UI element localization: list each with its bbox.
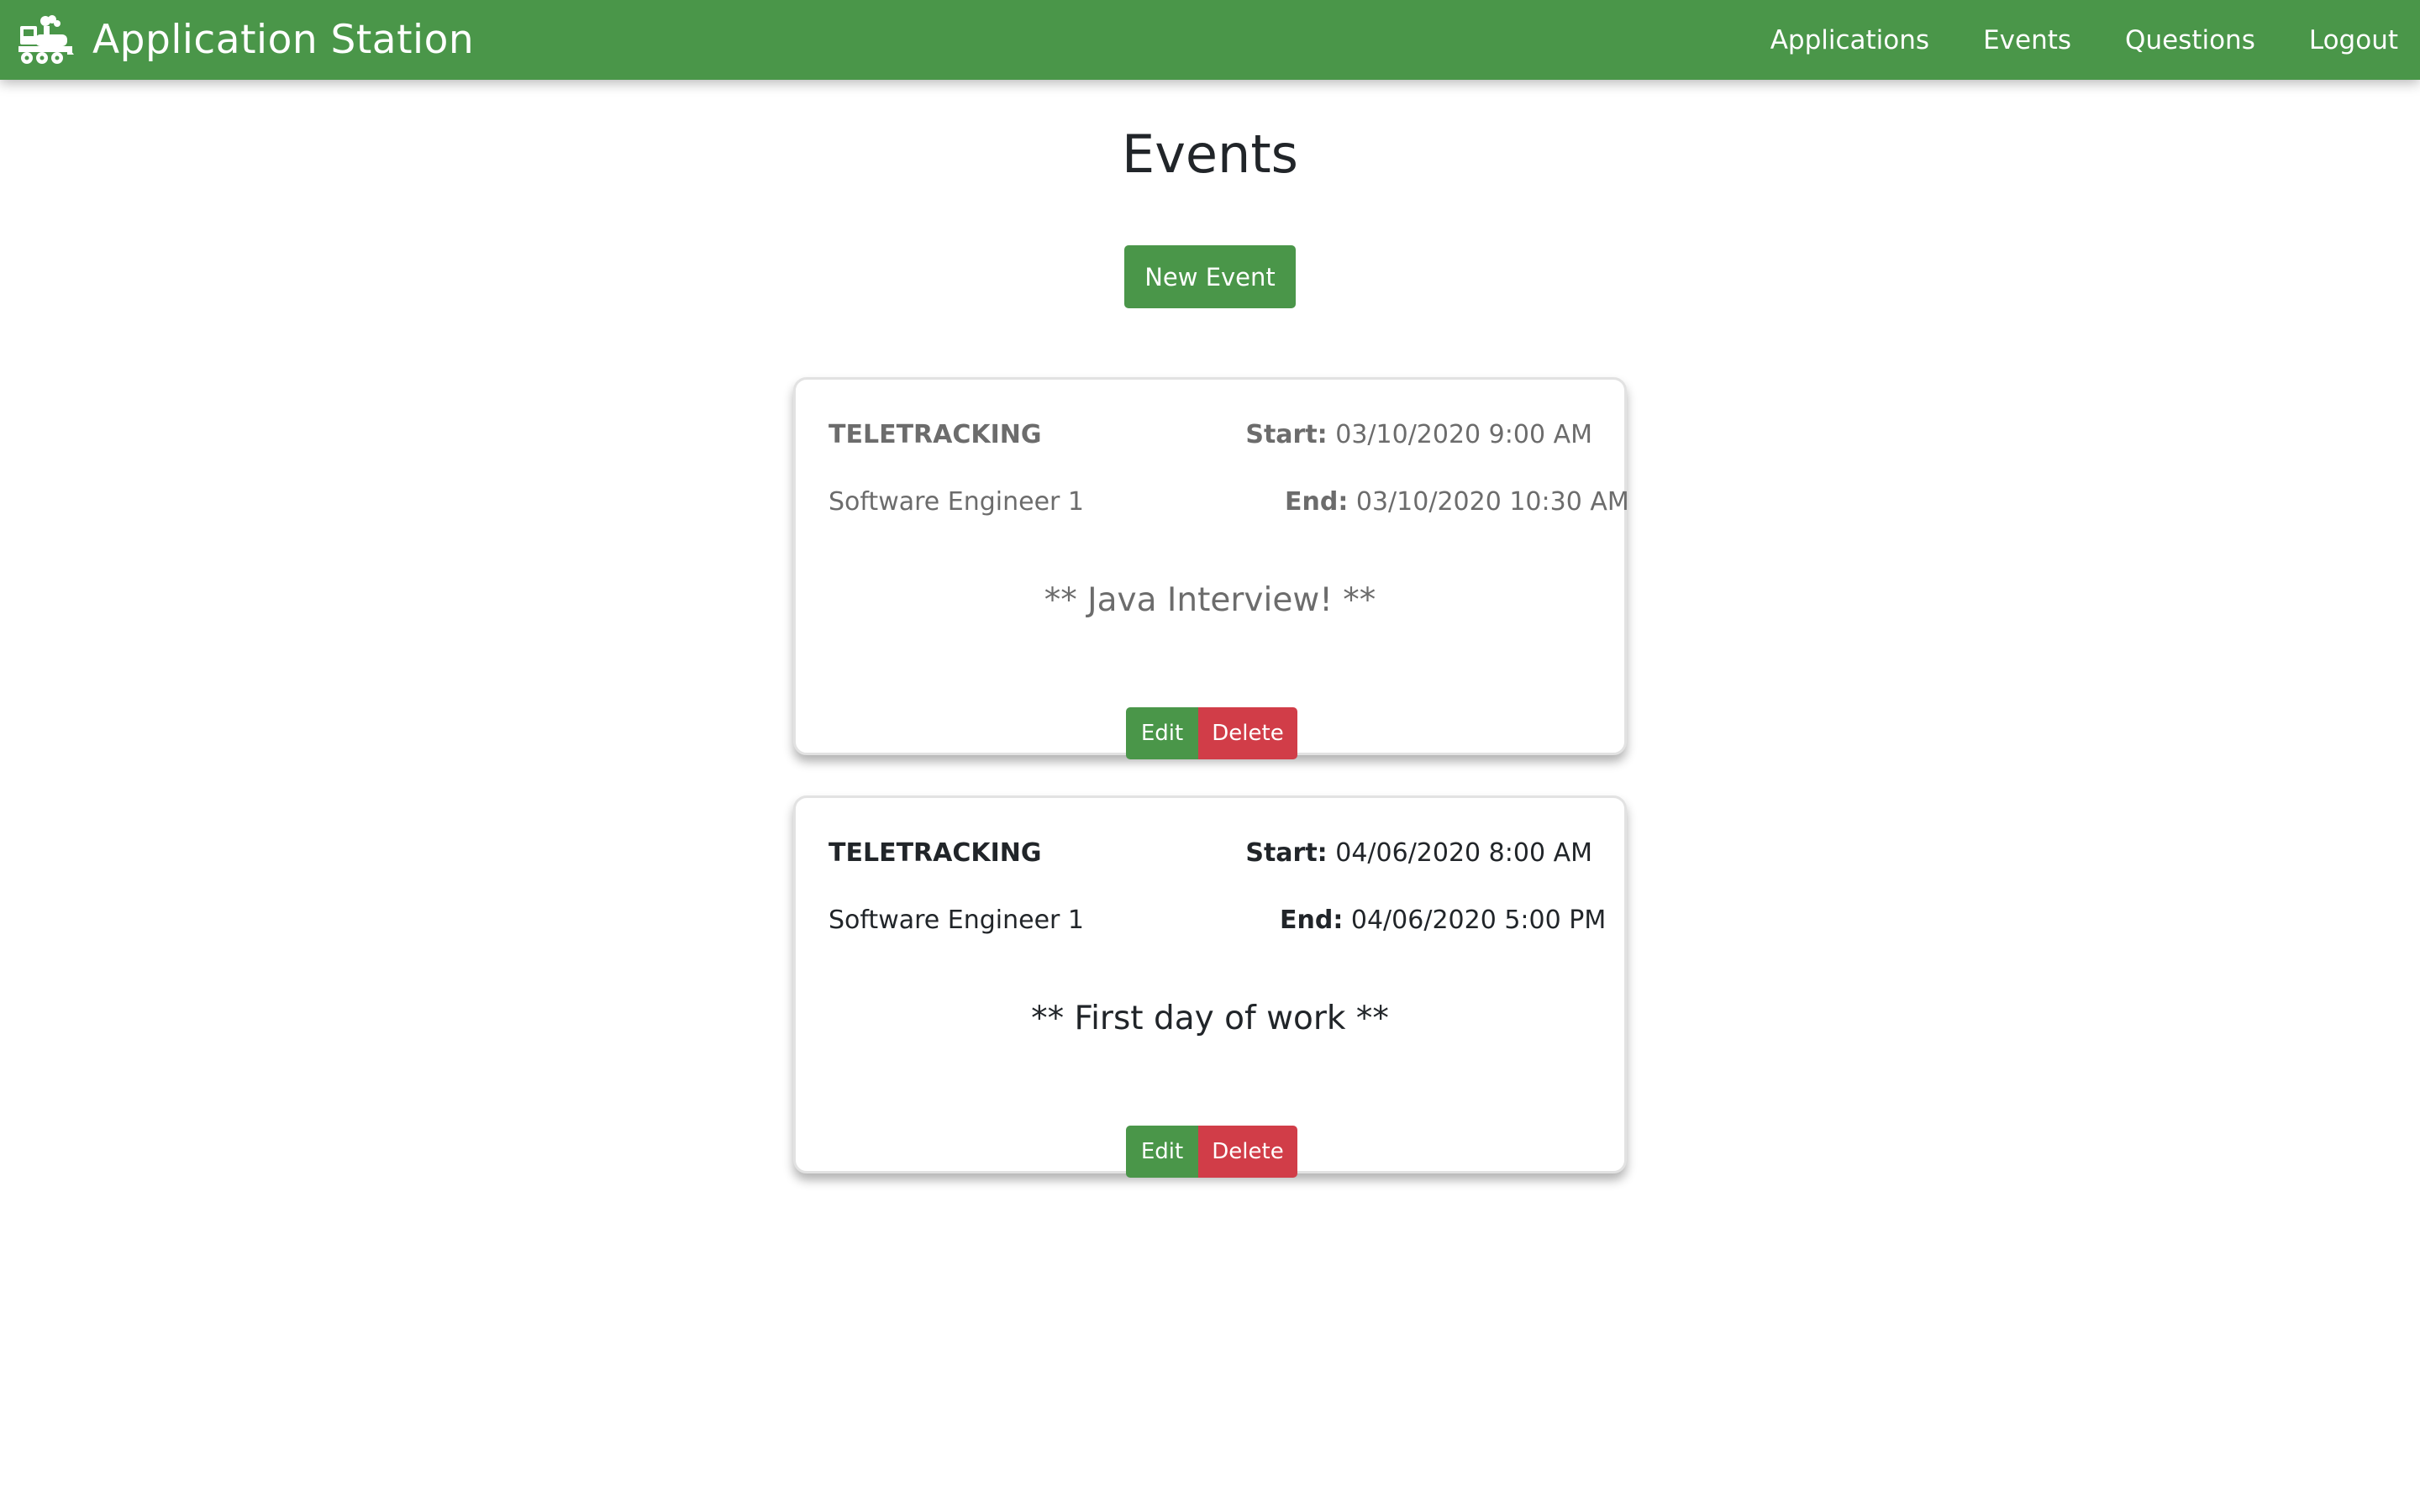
end-label: End: xyxy=(1285,487,1349,517)
start-label: Start: xyxy=(1245,420,1328,449)
event-card: TELETRACKING Software Engineer 1 Start: … xyxy=(793,377,1629,759)
end-value: 04/06/2020 5:00 PM xyxy=(1350,906,1607,935)
nav-logout[interactable]: Logout xyxy=(2309,25,2398,55)
nav-applications[interactable]: Applications xyxy=(1770,25,1929,55)
nav-events[interactable]: Events xyxy=(1983,25,2071,55)
event-actions: Edit Delete xyxy=(1126,707,1297,759)
delete-button[interactable]: Delete xyxy=(1198,707,1297,759)
event-position: Software Engineer 1 xyxy=(829,906,1085,935)
event-start: Start: 03/10/2020 9:00 AM xyxy=(1245,420,1592,449)
brand[interactable]: Application Station xyxy=(17,0,474,80)
edit-button[interactable]: Edit xyxy=(1126,707,1198,759)
new-event-button[interactable]: New Event xyxy=(1124,245,1296,308)
nav-questions[interactable]: Questions xyxy=(2125,25,2255,55)
event-description: ** Java Interview! ** xyxy=(1044,581,1376,619)
start-value: 03/10/2020 9:00 AM xyxy=(1335,420,1592,449)
event-end: End: 03/10/2020 10:30 AM xyxy=(1285,487,1629,517)
start-label: Start: xyxy=(1245,838,1328,868)
edit-button[interactable]: Edit xyxy=(1126,1126,1198,1178)
event-start: Start: 04/06/2020 8:00 AM xyxy=(1245,838,1592,868)
start-value: 04/06/2020 8:00 AM xyxy=(1335,838,1592,868)
event-description: ** First day of work ** xyxy=(1031,1000,1389,1037)
page-title: Events xyxy=(1122,123,1298,185)
event-card: TELETRACKING Software Engineer 1 Start: … xyxy=(793,795,1627,1178)
event-company: TELETRACKING xyxy=(829,420,1042,449)
train-icon xyxy=(18,14,74,64)
event-actions: Edit Delete xyxy=(1126,1126,1297,1178)
end-label: End: xyxy=(1280,906,1344,935)
app-title: Application Station xyxy=(92,17,475,63)
event-position: Software Engineer 1 xyxy=(829,487,1085,517)
event-company: TELETRACKING xyxy=(829,838,1042,868)
top-navbar: Application Station Applications Events … xyxy=(0,0,2420,80)
delete-button[interactable]: Delete xyxy=(1198,1126,1297,1178)
event-end: End: 04/06/2020 5:00 PM xyxy=(1280,906,1606,935)
nav-menu: Applications Events Questions Logout xyxy=(1770,0,2398,80)
end-value: 03/10/2020 10:30 AM xyxy=(1355,487,1629,517)
